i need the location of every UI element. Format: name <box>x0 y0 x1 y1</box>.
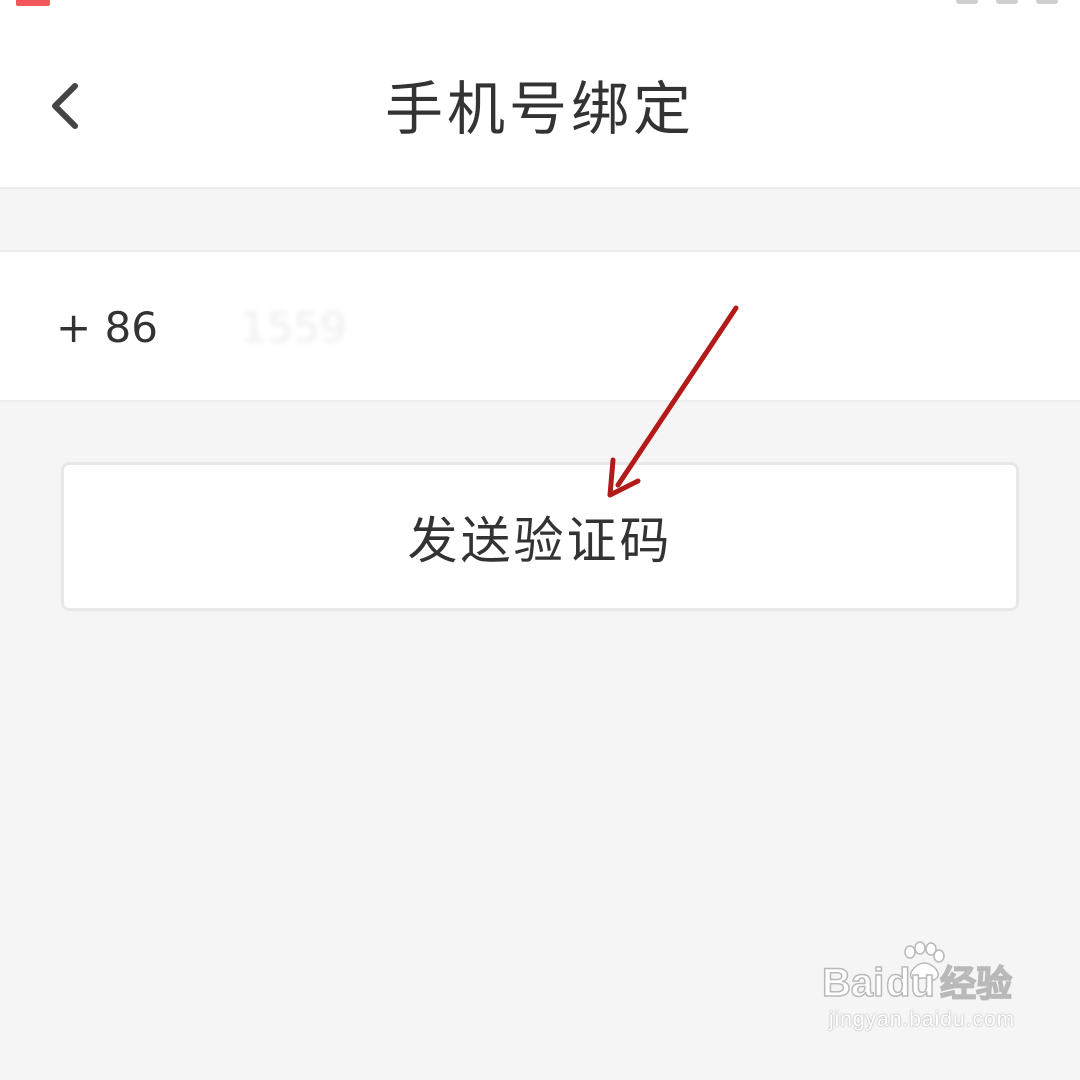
watermark-url: jingyan.baidu.com <box>828 1008 1016 1031</box>
status-bar <box>0 0 1080 14</box>
page-title: 手机号绑定 <box>384 75 695 143</box>
signal-icon <box>956 0 978 4</box>
notification-indicator <box>16 0 50 6</box>
battery-icon <box>1036 0 1058 4</box>
send-code-button[interactable]: 发送验证码 <box>61 462 1019 611</box>
status-icons <box>956 0 1058 8</box>
baidu-logo: Bai du 经验 <box>822 941 1013 1006</box>
phone-number-input[interactable] <box>240 296 940 358</box>
country-code-selector[interactable]: + 86 <box>56 300 158 356</box>
nav-header: 手机号绑定 <box>0 0 1080 189</box>
baidu-jingyan-watermark: Bai du 经验 jingyan.baidu.com <box>822 940 1022 1050</box>
svg-text:Bai: Bai <box>822 961 884 1005</box>
svg-text:du: du <box>886 961 935 1005</box>
svg-text:经验: 经验 <box>940 964 1012 1005</box>
phone-number-row: + 86 <box>0 250 1080 402</box>
wifi-icon <box>996 0 1018 4</box>
phone-binding-screen: 手机号绑定 + 86 发送验证码 Bai du 经验 jingyan.baidu… <box>0 0 1080 1080</box>
